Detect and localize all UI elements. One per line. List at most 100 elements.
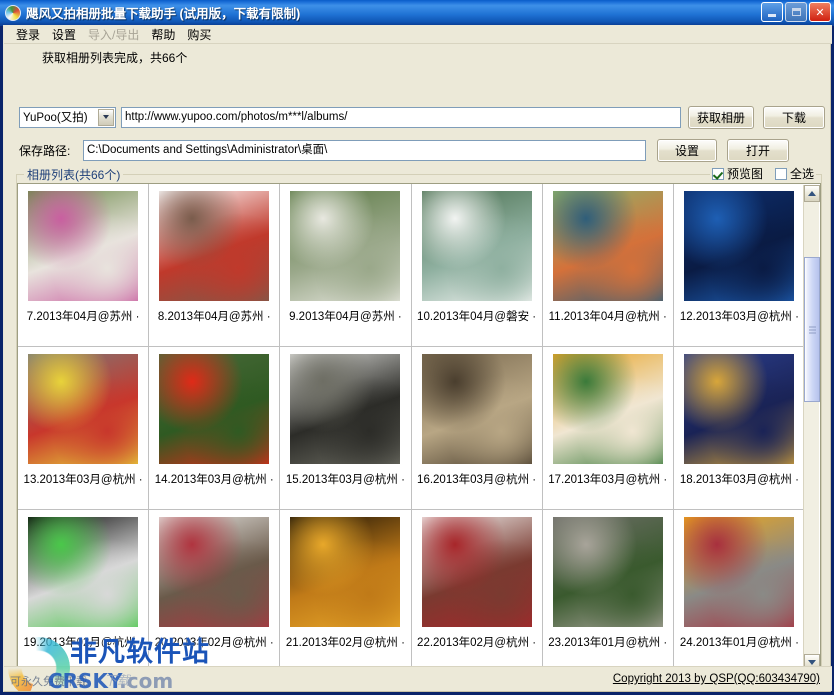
- chevron-down-icon: [808, 660, 816, 665]
- album-thumbnail[interactable]: [28, 517, 138, 627]
- save-path-row: 保存路径: C:\Documents and Settings\Administ…: [4, 138, 832, 162]
- chevron-up-icon: [808, 191, 816, 196]
- album-cell[interactable]: 20.2013年02月@杭州 ·: [149, 510, 280, 673]
- menu-item-login[interactable]: 登录: [10, 25, 46, 44]
- save-path-label: 保存路径:: [19, 142, 81, 159]
- album-thumbnail[interactable]: [684, 517, 794, 627]
- select-all-checkbox[interactable]: 全选: [775, 165, 814, 182]
- album-thumbnail[interactable]: [290, 191, 400, 301]
- copyright-link[interactable]: Copyright 2013 by QSP(QQ:603434790): [613, 673, 820, 685]
- grip-icon: [809, 326, 816, 333]
- album-caption: 15.2013年03月@杭州 ·: [286, 471, 405, 487]
- album-cell[interactable]: 24.2013年01月@杭州 ·: [674, 510, 805, 673]
- album-caption: 19.2013年02月@杭州 ·: [24, 634, 143, 650]
- menu-item-settings[interactable]: 设置: [46, 25, 82, 44]
- album-caption: 18.2013年03月@杭州 ·: [680, 471, 799, 487]
- site-select[interactable]: YuPoo(又拍): [19, 107, 116, 128]
- album-cell[interactable]: 16.2013年03月@杭州 ·: [412, 347, 543, 510]
- checkbox-icon-preview[interactable]: [712, 168, 724, 180]
- album-thumbnail[interactable]: [422, 191, 532, 301]
- album-caption: 17.2013年03月@杭州 ·: [548, 471, 667, 487]
- get-albums-button[interactable]: 获取相册: [688, 106, 754, 129]
- site-select-value: YuPoo(又拍): [23, 109, 98, 125]
- album-grid-scrollbar[interactable]: [803, 185, 819, 671]
- album-caption: 21.2013年02月@杭州 ·: [286, 634, 405, 650]
- album-thumbnail[interactable]: [28, 191, 138, 301]
- album-cell[interactable]: 10.2013年04月@磐安 ·: [412, 184, 543, 347]
- album-grid: 7.2013年04月@苏州 · 8.2013年04月@苏州 · 9.2013年04月…: [18, 184, 805, 672]
- app-globe-icon: [5, 5, 21, 21]
- album-thumbnail[interactable]: [422, 517, 532, 627]
- title-bar: 飓风又拍相册批量下载助手 (试用版，下载有限制) ✕: [0, 0, 834, 26]
- download-button[interactable]: 下载: [763, 106, 825, 129]
- album-thumbnail[interactable]: [159, 191, 269, 301]
- menu-item-buy[interactable]: 购买: [181, 25, 217, 44]
- window-title: 飓风又拍相册批量下载助手 (试用版，下载有限制): [26, 3, 300, 22]
- album-cell[interactable]: 15.2013年03月@杭州 ·: [280, 347, 411, 510]
- album-caption: 10.2013年04月@磐安 ·: [417, 308, 536, 324]
- album-thumbnail[interactable]: [159, 354, 269, 464]
- album-list-options: 预览图 全选: [710, 165, 816, 182]
- album-thumbnail[interactable]: [684, 191, 794, 301]
- preview-checkbox[interactable]: 预览图: [712, 165, 763, 182]
- album-caption: 8.2013年04月@苏州 ·: [158, 308, 271, 324]
- status-bar: Copyright 2013 by QSP(QQ:603434790): [4, 666, 832, 691]
- preview-checkbox-label: 预览图: [727, 165, 763, 182]
- client-area: 登录 设置 导入/导出 帮助 购买 获取相册列表完成，共66个 YuPoo(又拍…: [3, 25, 831, 692]
- menu-item-import-export: 导入/导出: [82, 25, 145, 44]
- chevron-down-icon[interactable]: [98, 109, 114, 126]
- status-message: 获取相册列表完成，共66个: [4, 47, 832, 67]
- album-thumbnail[interactable]: [684, 354, 794, 464]
- album-thumbnail[interactable]: [159, 517, 269, 627]
- album-cell[interactable]: 7.2013年04月@苏州 ·: [18, 184, 149, 347]
- album-thumbnail[interactable]: [553, 354, 663, 464]
- album-grid-container: 7.2013年04月@苏州 · 8.2013年04月@苏州 · 9.2013年04月…: [17, 183, 821, 673]
- album-caption: 9.2013年04月@苏州 ·: [289, 308, 402, 324]
- album-thumbnail[interactable]: [422, 354, 532, 464]
- minimize-icon: [768, 14, 776, 17]
- album-cell[interactable]: 23.2013年01月@杭州 ·: [543, 510, 674, 673]
- album-caption: 16.2013年03月@杭州 ·: [417, 471, 536, 487]
- album-cell[interactable]: 22.2013年02月@杭州 ·: [412, 510, 543, 673]
- album-thumbnail[interactable]: [28, 354, 138, 464]
- album-caption: 14.2013年03月@杭州 ·: [155, 471, 274, 487]
- album-caption: 22.2013年02月@杭州 ·: [417, 634, 536, 650]
- minimize-button[interactable]: [761, 2, 783, 22]
- scrollbar-thumb[interactable]: [804, 257, 820, 402]
- album-cell[interactable]: 11.2013年04月@杭州 ·: [543, 184, 674, 347]
- album-caption: 23.2013年01月@杭州 ·: [548, 634, 667, 650]
- album-list-title: 相册列表(共66个): [24, 166, 123, 183]
- album-thumbnail[interactable]: [290, 517, 400, 627]
- url-row: YuPoo(又拍) http://www.yupoo.com/photos/m*…: [4, 105, 832, 129]
- close-button[interactable]: ✕: [809, 2, 831, 22]
- album-cell[interactable]: 19.2013年02月@杭州 ·: [18, 510, 149, 673]
- album-thumbnail[interactable]: [290, 354, 400, 464]
- maximize-icon: [792, 8, 801, 16]
- album-caption: 11.2013年04月@杭州 ·: [549, 308, 667, 324]
- save-path-input[interactable]: C:\Documents and Settings\Administrator\…: [83, 140, 646, 161]
- menu-bar: 登录 设置 导入/导出 帮助 购买: [4, 25, 832, 44]
- album-caption: 7.2013年04月@苏州 ·: [27, 308, 140, 324]
- album-cell[interactable]: 12.2013年03月@杭州 ·: [674, 184, 805, 347]
- maximize-button[interactable]: [785, 2, 807, 22]
- album-cell[interactable]: 13.2013年03月@杭州 ·: [18, 347, 149, 510]
- select-all-checkbox-label: 全选: [790, 165, 814, 182]
- path-open-button[interactable]: 打开: [727, 139, 789, 162]
- album-cell[interactable]: 14.2013年03月@杭州 ·: [149, 347, 280, 510]
- album-cell[interactable]: 17.2013年03月@杭州 ·: [543, 347, 674, 510]
- album-cell[interactable]: 8.2013年04月@苏州 ·: [149, 184, 280, 347]
- album-caption: 24.2013年01月@杭州 ·: [680, 634, 799, 650]
- scroll-up-button[interactable]: [804, 185, 820, 202]
- album-caption: 13.2013年03月@杭州 ·: [24, 471, 143, 487]
- album-cell[interactable]: 18.2013年03月@杭州 ·: [674, 347, 805, 510]
- path-settings-button[interactable]: 设置: [657, 139, 717, 162]
- album-thumbnail[interactable]: [553, 191, 663, 301]
- album-cell[interactable]: 9.2013年04月@苏州 ·: [280, 184, 411, 347]
- application-window: 飓风又拍相册批量下载助手 (试用版，下载有限制) ✕ 登录 设置 导入/导出 帮…: [0, 0, 834, 695]
- album-thumbnail[interactable]: [553, 517, 663, 627]
- album-cell[interactable]: 21.2013年02月@杭州 ·: [280, 510, 411, 673]
- menu-item-help[interactable]: 帮助: [145, 25, 181, 44]
- checkbox-icon-select-all[interactable]: [775, 168, 787, 180]
- album-caption: 12.2013年03月@杭州 ·: [680, 308, 799, 324]
- album-url-input[interactable]: http://www.yupoo.com/photos/m***l/albums…: [121, 107, 681, 128]
